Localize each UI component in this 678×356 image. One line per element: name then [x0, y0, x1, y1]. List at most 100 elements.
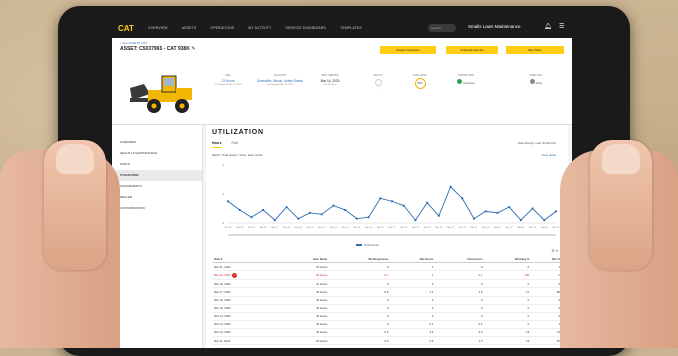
column-header[interactable]: Date ▾ — [212, 255, 282, 264]
data-point[interactable] — [262, 208, 265, 212]
data-point[interactable] — [344, 208, 347, 212]
sidebar-item-dealer[interactable]: DEALER — [112, 192, 202, 203]
table-row[interactable]: Mar 12, 2023 20 Hours 0.6 3.6 4.2 13 14 — [212, 328, 562, 338]
data-point[interactable] — [390, 200, 394, 203]
data-point[interactable] — [519, 219, 522, 222]
tab-fuel[interactable]: Fuel — [232, 141, 238, 148]
data-point[interactable] — [543, 219, 546, 222]
nav-operations[interactable]: OPERATIONS — [210, 26, 234, 30]
table-cell: 1 — [531, 262, 562, 272]
table-cell: 0 — [329, 312, 391, 321]
tab-hours[interactable]: Hours — [212, 141, 222, 148]
edit-icon[interactable]: ✎ — [191, 46, 195, 52]
data-point[interactable] — [484, 210, 487, 213]
data-point[interactable] — [367, 216, 370, 219]
sidebar-item-utilization[interactable]: UTILIZATION — [112, 170, 202, 181]
x-tick-label: Mar 08 — [283, 226, 291, 229]
data-point[interactable] — [285, 205, 288, 209]
data-point[interactable] — [308, 211, 312, 214]
search-input[interactable]: Search... — [428, 24, 456, 32]
table-row[interactable]: Mar 20, 2023!20 Hours0.110.11000 — [212, 270, 562, 281]
stat-value: Mar 14, 2023 — [320, 79, 340, 83]
nav-my-activity[interactable]: MY ACTIVITY — [248, 26, 271, 30]
table-row[interactable]: Mar 19, 202321 Hours00000 — [212, 279, 562, 289]
bell-icon[interactable]: 🔔︎ — [544, 23, 552, 30]
table-cell: Mar 15, 2023 — [212, 304, 282, 313]
data-point[interactable] — [508, 205, 511, 209]
table-row[interactable]: Mar 11, 2023 20 Hours 0.5 0.5 1.0 13 87 — [212, 336, 562, 346]
column-header[interactable]: Total Hours — [435, 255, 485, 264]
view-detail-link[interactable]: View detail — [542, 153, 556, 157]
metric-filters[interactable]: Metric: Total Hours • View: Hour Chart — [212, 153, 262, 157]
nav-service-dashboard[interactable]: SERVICE DASHBOARD — [286, 26, 327, 30]
column-header[interactable]: Idle Hours — [390, 255, 436, 264]
asset-name-text: ASSET: C5037965 - CAT 938K — [120, 46, 190, 52]
alert-icon[interactable]: ! — [232, 272, 238, 278]
y-tick-label: 4 — [223, 163, 225, 167]
table-cell: 1 — [531, 320, 562, 329]
table-row[interactable]: Mar 13, 202320 Hours00.10.101 — [212, 320, 562, 329]
stat-value[interactable]: Greenville, Illinois, United States — [256, 79, 304, 83]
table-cell: 20 Hours — [281, 312, 330, 321]
table-row[interactable]: Mar 14, 202320 Hours00000 — [212, 312, 562, 321]
column-header[interactable]: Working % — [484, 255, 532, 264]
data-point[interactable] — [332, 204, 335, 207]
column-header[interactable]: Working Hours — [329, 255, 391, 264]
data-point[interactable] — [461, 197, 464, 200]
data-point[interactable] — [472, 217, 476, 220]
stat-value[interactable]: 13 Hours — [208, 79, 248, 83]
table-cell: 0 — [329, 304, 391, 313]
data-point[interactable] — [379, 197, 382, 200]
data-point[interactable] — [402, 204, 405, 207]
sidebar-item-assignments[interactable]: ASSIGNMENTS — [112, 181, 202, 192]
menu-icon[interactable]: ☰ — [559, 23, 564, 30]
table-row[interactable]: Mar 21, 202320 Hours01001 — [212, 262, 562, 272]
nav-assets[interactable]: ASSETS — [182, 26, 197, 30]
buy-parts-button[interactable]: Buy Parts — [506, 46, 564, 54]
column-header[interactable]: Idle % — [531, 255, 562, 264]
table-cell: 0 — [484, 312, 532, 321]
data-point[interactable] — [449, 185, 452, 188]
chart-legend[interactable]: Total Hours — [356, 243, 379, 247]
schedule-service-button[interactable]: Schedule Service — [446, 46, 498, 54]
sidebar-item-overview[interactable]: OVERVIEW — [112, 137, 202, 148]
date-range-select[interactable]: Date Range: Last 30 Months — [518, 141, 556, 145]
table-row[interactable]: Mar 16, 202320 Hours00000 — [212, 296, 562, 305]
data-point[interactable] — [426, 201, 429, 204]
sidebar-item-customisation[interactable]: CUSTOMISATION — [112, 203, 202, 214]
data-point[interactable] — [437, 214, 440, 217]
table-row[interactable]: Mar 15, 202320 Hours00000 — [212, 304, 562, 313]
data-point[interactable] — [531, 207, 534, 210]
data-point[interactable] — [238, 208, 241, 212]
breadcrumb[interactable]: < ALL ASSETS LIST — [120, 41, 147, 45]
assign-inspection-button[interactable]: Assign Inspection — [380, 46, 436, 54]
x-tick-label: Mar 15 — [365, 226, 373, 229]
chart-scrollbar[interactable] — [228, 234, 556, 236]
data-point[interactable] — [414, 219, 417, 222]
data-point[interactable] — [250, 216, 253, 219]
connection-status-icon — [457, 79, 463, 84]
data-point[interactable] — [226, 200, 230, 203]
table-cell: 0.1 — [435, 270, 485, 281]
nav-templates[interactable]: TEMPLATES — [340, 26, 362, 30]
table-options-icon[interactable]: ⚙ ▾ — [551, 248, 558, 253]
cat-logo[interactable]: CAT — [118, 24, 134, 33]
sidebar-item-health[interactable]: HEALTH & MAINTENANCE — [112, 148, 202, 159]
table-cell: 13 — [484, 328, 532, 338]
data-point[interactable] — [320, 213, 323, 216]
table-cell: 0.1 — [390, 320, 436, 329]
data-point[interactable] — [355, 217, 358, 220]
column-header[interactable]: Hour Meter — [281, 255, 330, 264]
table-row[interactable]: Mar 17, 2023 20 Hours 0.5 1.1 1.6 17 83 — [212, 287, 562, 297]
data-point[interactable] — [496, 211, 499, 214]
data-point[interactable] — [554, 210, 558, 213]
x-tick-label: Mar 29 — [529, 226, 537, 229]
x-tick-label: Mar 07 — [271, 226, 279, 229]
stat-asset-key: ASSET KEY Active — [516, 74, 556, 85]
nav-overview[interactable]: OVERVIEW — [148, 26, 168, 30]
data-point[interactable] — [297, 217, 300, 220]
company-name[interactable]: Smalls Lawn Maintenance — [468, 24, 521, 29]
table-cell: Mar 20, 2023! — [212, 270, 282, 281]
sidebar-item-parts[interactable]: PARTS — [112, 159, 202, 170]
data-point[interactable] — [273, 219, 276, 222]
